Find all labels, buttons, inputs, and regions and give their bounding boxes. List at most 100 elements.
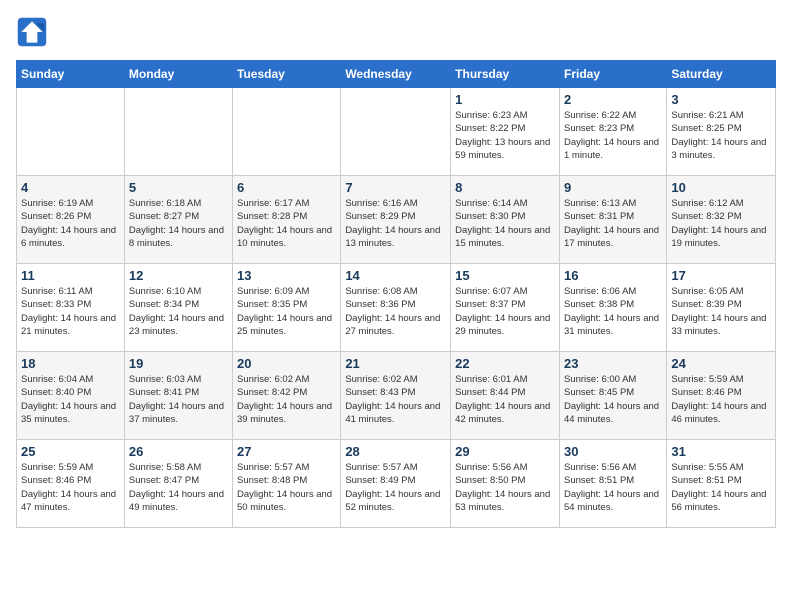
day-info: Sunrise: 6:05 AM Sunset: 8:39 PM Dayligh…: [671, 285, 771, 338]
calendar-cell: 29 Sunrise: 5:56 AM Sunset: 8:50 PM Dayli…: [451, 440, 560, 528]
calendar-cell: 24Sunrise: 5:59 AM Sunset: 8:46 PM Dayli…: [667, 352, 776, 440]
calendar-cell: 5 Sunrise: 6:18 AM Sunset: 8:27 PM Daylig…: [124, 176, 232, 264]
calendar-cell: 30 Sunrise: 5:56 AM Sunset: 8:51 PM Dayli…: [559, 440, 666, 528]
day-number: 8: [455, 180, 555, 195]
day-number: 28: [345, 444, 446, 459]
calendar-cell: 1Sunrise: 6:23 AM Sunset: 8:22 PM Daylig…: [451, 88, 560, 176]
calendar-cell: 25Sunrise: 5:59 AM Sunset: 8:46 PM Dayli…: [17, 440, 125, 528]
day-number: 18: [21, 356, 120, 371]
calendar-cell: 10 Sunrise: 6:12 AM Sunset: 8:32 PM Dayli…: [667, 176, 776, 264]
day-info: Sunrise: 6:03 AM Sunset: 8:41 PM Dayligh…: [129, 373, 228, 426]
day-info: Sunrise: 5:57 AM Sunset: 8:49 PM Dayligh…: [345, 461, 446, 514]
calendar-cell: [17, 88, 125, 176]
weekday-header: Tuesday: [233, 61, 341, 88]
day-number: 17: [671, 268, 771, 283]
day-info: Sunrise: 5:58 AM Sunset: 8:47 PM Dayligh…: [129, 461, 228, 514]
day-info: Sunrise: 6:16 AM Sunset: 8:29 PM Dayligh…: [345, 197, 446, 250]
day-number: 26: [129, 444, 228, 459]
weekday-header: Sunday: [17, 61, 125, 88]
day-number: 20: [237, 356, 336, 371]
calendar-week-row: 1Sunrise: 6:23 AM Sunset: 8:22 PM Daylig…: [17, 88, 776, 176]
day-info: Sunrise: 6:01 AM Sunset: 8:44 PM Dayligh…: [455, 373, 555, 426]
day-number: 1: [455, 92, 555, 107]
calendar-cell: 17 Sunrise: 6:05 AM Sunset: 8:39 PM Dayli…: [667, 264, 776, 352]
day-number: 11: [21, 268, 120, 283]
calendar-week-row: 11 Sunrise: 6:11 AM Sunset: 8:33 PM Dayli…: [17, 264, 776, 352]
day-info: Sunrise: 6:07 AM Sunset: 8:37 PM Dayligh…: [455, 285, 555, 338]
day-number: 29: [455, 444, 555, 459]
calendar-cell: 16 Sunrise: 6:06 AM Sunset: 8:38 PM Dayli…: [559, 264, 666, 352]
day-info: Sunrise: 6:17 AM Sunset: 8:28 PM Dayligh…: [237, 197, 336, 250]
day-number: 4: [21, 180, 120, 195]
day-info: Sunrise: 5:56 AM Sunset: 8:51 PM Dayligh…: [564, 461, 662, 514]
calendar-table: SundayMondayTuesdayWednesdayThursdayFrid…: [16, 60, 776, 528]
calendar-cell: [233, 88, 341, 176]
calendar-cell: 12 Sunrise: 6:10 AM Sunset: 8:34 PM Dayli…: [124, 264, 232, 352]
calendar-cell: 4 Sunrise: 6:19 AM Sunset: 8:26 PM Daylig…: [17, 176, 125, 264]
calendar-cell: 22 Sunrise: 6:01 AM Sunset: 8:44 PM Dayli…: [451, 352, 560, 440]
weekday-header: Monday: [124, 61, 232, 88]
day-info: Sunrise: 6:11 AM Sunset: 8:33 PM Dayligh…: [21, 285, 120, 338]
day-info: Sunrise: 5:55 AM Sunset: 8:51 PM Dayligh…: [671, 461, 771, 514]
calendar-cell: 6Sunrise: 6:17 AM Sunset: 8:28 PM Daylig…: [233, 176, 341, 264]
day-info: Sunrise: 5:56 AM Sunset: 8:50 PM Dayligh…: [455, 461, 555, 514]
day-info: Sunrise: 6:19 AM Sunset: 8:26 PM Dayligh…: [21, 197, 120, 250]
calendar-cell: 13Sunrise: 6:09 AM Sunset: 8:35 PM Dayli…: [233, 264, 341, 352]
calendar-header: SundayMondayTuesdayWednesdayThursdayFrid…: [17, 61, 776, 88]
day-number: 5: [129, 180, 228, 195]
day-info: Sunrise: 5:57 AM Sunset: 8:48 PM Dayligh…: [237, 461, 336, 514]
calendar-cell: 26 Sunrise: 5:58 AM Sunset: 8:47 PM Dayli…: [124, 440, 232, 528]
weekday-header: Thursday: [451, 61, 560, 88]
day-number: 10: [671, 180, 771, 195]
calendar-cell: 11 Sunrise: 6:11 AM Sunset: 8:33 PM Dayli…: [17, 264, 125, 352]
day-number: 14: [345, 268, 446, 283]
day-number: 7: [345, 180, 446, 195]
day-number: 16: [564, 268, 662, 283]
day-number: 2: [564, 92, 662, 107]
calendar-cell: 14 Sunrise: 6:08 AM Sunset: 8:36 PM Dayli…: [341, 264, 451, 352]
weekday-header: Friday: [559, 61, 666, 88]
day-number: 21: [345, 356, 446, 371]
calendar-cell: 19Sunrise: 6:03 AM Sunset: 8:41 PM Dayli…: [124, 352, 232, 440]
weekday-header: Saturday: [667, 61, 776, 88]
calendar-cell: 27 Sunrise: 5:57 AM Sunset: 8:48 PM Dayli…: [233, 440, 341, 528]
logo-icon: [16, 16, 48, 48]
day-info: Sunrise: 6:21 AM Sunset: 8:25 PM Dayligh…: [671, 109, 771, 162]
day-info: Sunrise: 6:22 AM Sunset: 8:23 PM Dayligh…: [564, 109, 662, 162]
calendar-cell: 23 Sunrise: 6:00 AM Sunset: 8:45 PM Dayli…: [559, 352, 666, 440]
day-info: Sunrise: 6:14 AM Sunset: 8:30 PM Dayligh…: [455, 197, 555, 250]
calendar-cell: 31 Sunrise: 5:55 AM Sunset: 8:51 PM Dayli…: [667, 440, 776, 528]
calendar-cell: 20 Sunrise: 6:02 AM Sunset: 8:42 PM Dayli…: [233, 352, 341, 440]
day-number: 30: [564, 444, 662, 459]
day-number: 27: [237, 444, 336, 459]
calendar-cell: 3 Sunrise: 6:21 AM Sunset: 8:25 PM Daylig…: [667, 88, 776, 176]
day-info: Sunrise: 6:04 AM Sunset: 8:40 PM Dayligh…: [21, 373, 120, 426]
day-number: 23: [564, 356, 662, 371]
day-info: Sunrise: 6:12 AM Sunset: 8:32 PM Dayligh…: [671, 197, 771, 250]
day-info: Sunrise: 6:02 AM Sunset: 8:42 PM Dayligh…: [237, 373, 336, 426]
day-info: Sunrise: 6:18 AM Sunset: 8:27 PM Dayligh…: [129, 197, 228, 250]
day-number: 3: [671, 92, 771, 107]
day-number: 12: [129, 268, 228, 283]
calendar-cell: [124, 88, 232, 176]
day-info: Sunrise: 6:10 AM Sunset: 8:34 PM Dayligh…: [129, 285, 228, 338]
day-number: 24: [671, 356, 771, 371]
day-info: Sunrise: 6:00 AM Sunset: 8:45 PM Dayligh…: [564, 373, 662, 426]
calendar-cell: [341, 88, 451, 176]
calendar-cell: 21 Sunrise: 6:02 AM Sunset: 8:43 PM Dayli…: [341, 352, 451, 440]
calendar-cell: 18 Sunrise: 6:04 AM Sunset: 8:40 PM Dayli…: [17, 352, 125, 440]
calendar-cell: 7 Sunrise: 6:16 AM Sunset: 8:29 PM Daylig…: [341, 176, 451, 264]
calendar-cell: 2 Sunrise: 6:22 AM Sunset: 8:23 PM Daylig…: [559, 88, 666, 176]
day-number: 31: [671, 444, 771, 459]
calendar-week-row: 25Sunrise: 5:59 AM Sunset: 8:46 PM Dayli…: [17, 440, 776, 528]
day-info: Sunrise: 6:06 AM Sunset: 8:38 PM Dayligh…: [564, 285, 662, 338]
calendar-cell: 15 Sunrise: 6:07 AM Sunset: 8:37 PM Dayli…: [451, 264, 560, 352]
calendar-week-row: 18 Sunrise: 6:04 AM Sunset: 8:40 PM Dayli…: [17, 352, 776, 440]
day-number: 13: [237, 268, 336, 283]
day-number: 22: [455, 356, 555, 371]
calendar-cell: 8 Sunrise: 6:14 AM Sunset: 8:30 PM Daylig…: [451, 176, 560, 264]
day-info: Sunrise: 6:08 AM Sunset: 8:36 PM Dayligh…: [345, 285, 446, 338]
day-info: Sunrise: 5:59 AM Sunset: 8:46 PM Dayligh…: [21, 461, 120, 514]
day-number: 15: [455, 268, 555, 283]
day-info: Sunrise: 6:02 AM Sunset: 8:43 PM Dayligh…: [345, 373, 446, 426]
